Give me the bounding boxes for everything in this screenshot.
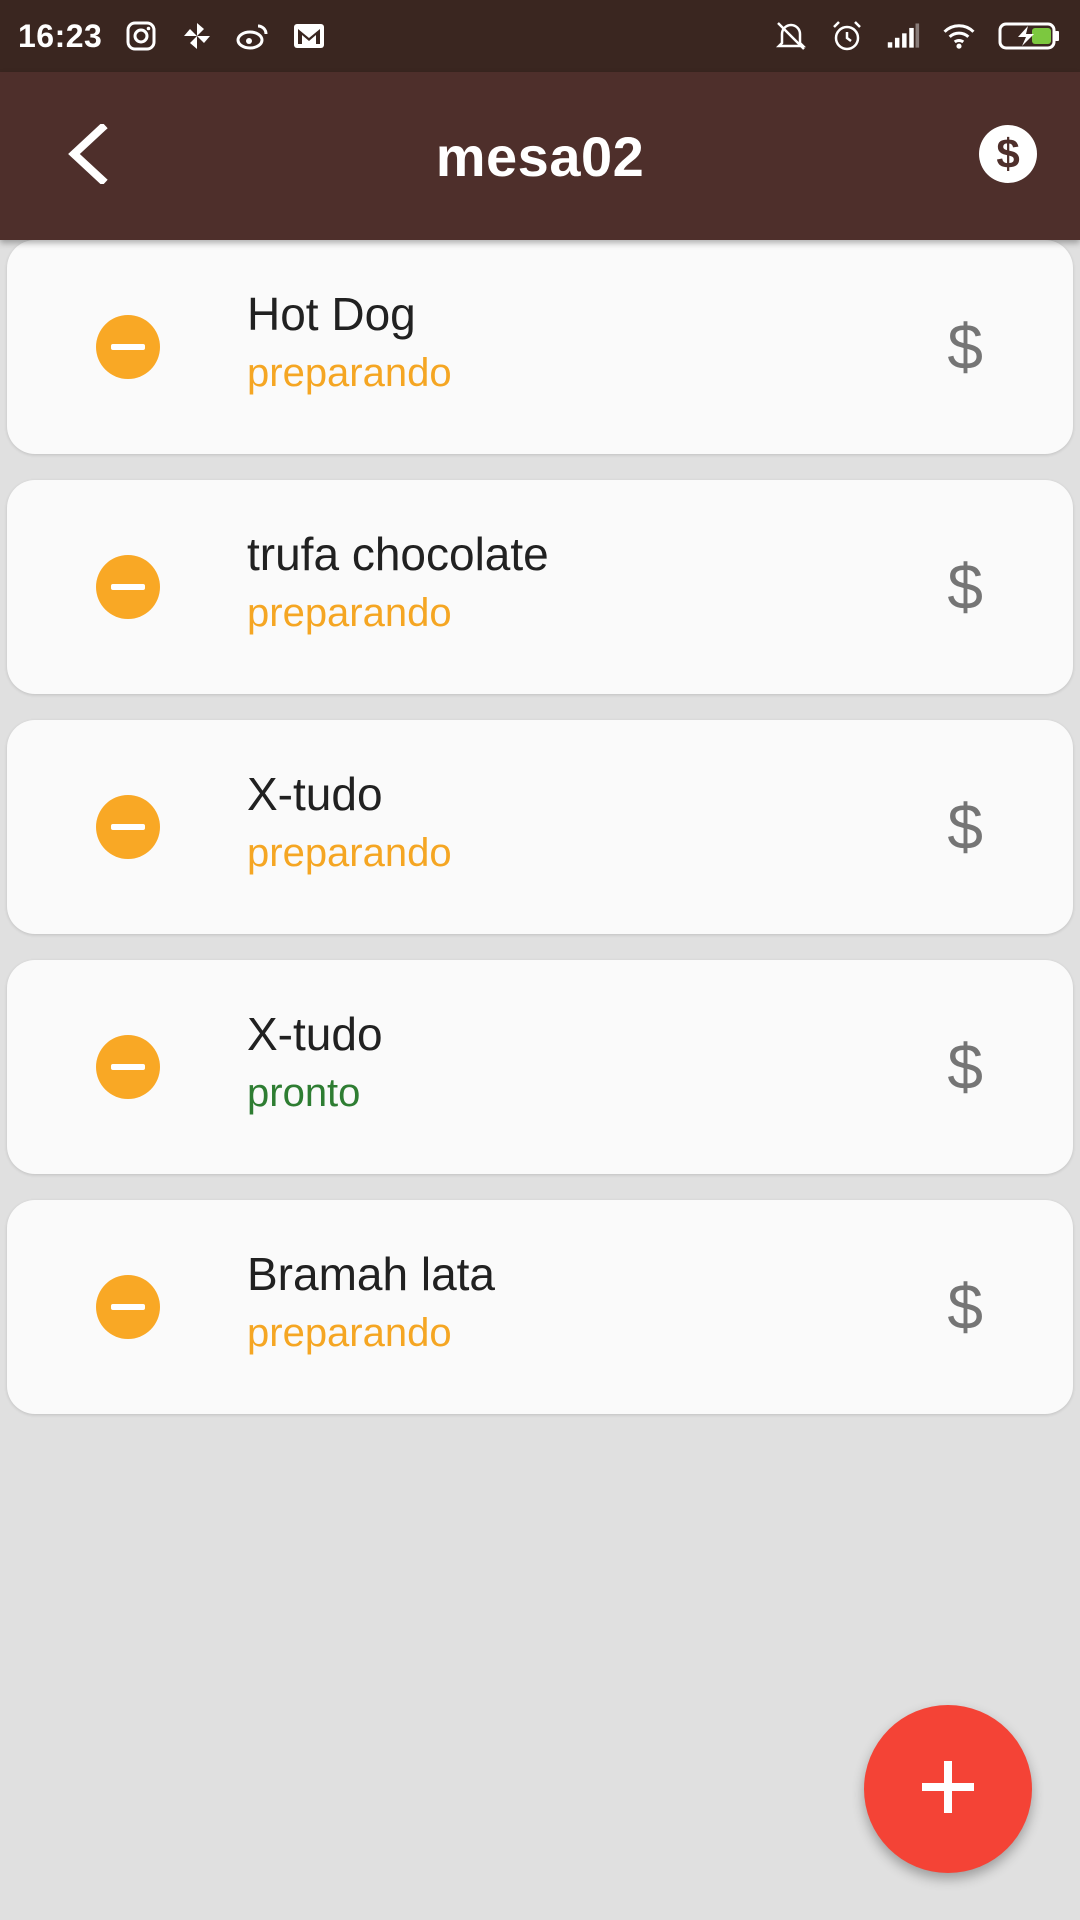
chevron-left-icon: [64, 121, 112, 189]
item-status: preparando: [247, 350, 452, 395]
pay-bill-button[interactable]: $: [976, 124, 1040, 188]
minus-icon: [111, 584, 145, 590]
item-text: trufa chocolate preparando: [247, 528, 549, 639]
pay-item-button[interactable]: $: [947, 555, 983, 619]
minus-icon: [111, 1064, 145, 1070]
remove-item-button[interactable]: [96, 1035, 160, 1099]
pay-item-button[interactable]: $: [947, 1035, 983, 1099]
status-right: [774, 19, 1062, 53]
order-item-card[interactable]: Hot Dog preparando $: [7, 240, 1073, 454]
remove-item-button[interactable]: [96, 1275, 160, 1339]
minus-icon: [111, 344, 145, 350]
item-text: Bramah lata preparando: [247, 1248, 495, 1359]
pinwheel-icon: [180, 19, 214, 53]
order-item-card[interactable]: trufa chocolate preparando $: [7, 480, 1073, 694]
remove-item-button[interactable]: [96, 315, 160, 379]
item-text: Hot Dog preparando: [247, 288, 452, 399]
remove-item-button[interactable]: [96, 795, 160, 859]
gmail-icon: [292, 19, 326, 53]
status-bar: 16:23: [0, 0, 1080, 72]
instagram-icon: [124, 19, 158, 53]
signal-icon: [886, 19, 920, 53]
order-item-card[interactable]: X-tudo pronto $: [7, 960, 1073, 1174]
app-bar: mesa02 $: [0, 72, 1080, 240]
minus-icon: [111, 824, 145, 830]
item-text: X-tudo pronto: [247, 1008, 383, 1119]
pay-item-button[interactable]: $: [947, 315, 983, 379]
alarm-icon: [830, 19, 864, 53]
item-status: pronto: [247, 1070, 361, 1115]
mute-icon: [774, 19, 808, 53]
pay-item-button[interactable]: $: [947, 795, 983, 859]
weibo-icon: [236, 19, 270, 53]
item-status: preparando: [247, 1310, 452, 1355]
battery-charging-icon: [998, 19, 1062, 53]
page-title: mesa02: [435, 124, 645, 188]
minus-icon: [111, 1304, 145, 1310]
item-name: Hot Dog: [247, 288, 416, 340]
dollar-circle-icon: $: [978, 124, 1038, 189]
item-name: Bramah lata: [247, 1248, 496, 1300]
pay-item-button[interactable]: $: [947, 1275, 983, 1339]
item-status: preparando: [247, 590, 452, 635]
order-item-card[interactable]: Bramah lata preparando $: [7, 1200, 1073, 1414]
plus-icon: [908, 1747, 988, 1832]
add-item-button[interactable]: [864, 1705, 1032, 1873]
remove-item-button[interactable]: [96, 555, 160, 619]
item-status: preparando: [247, 830, 452, 875]
wifi-icon: [942, 19, 976, 53]
item-name: X-tudo: [247, 768, 383, 820]
order-item-card[interactable]: X-tudo preparando $: [7, 720, 1073, 934]
item-text: X-tudo preparando: [247, 768, 452, 879]
status-time: 16:23: [18, 17, 103, 54]
status-left: 16:23: [18, 18, 326, 55]
item-name: X-tudo: [247, 1008, 383, 1060]
back-button[interactable]: [52, 120, 124, 192]
svg-text:$: $: [996, 130, 1019, 177]
item-name: trufa chocolate: [247, 528, 549, 580]
